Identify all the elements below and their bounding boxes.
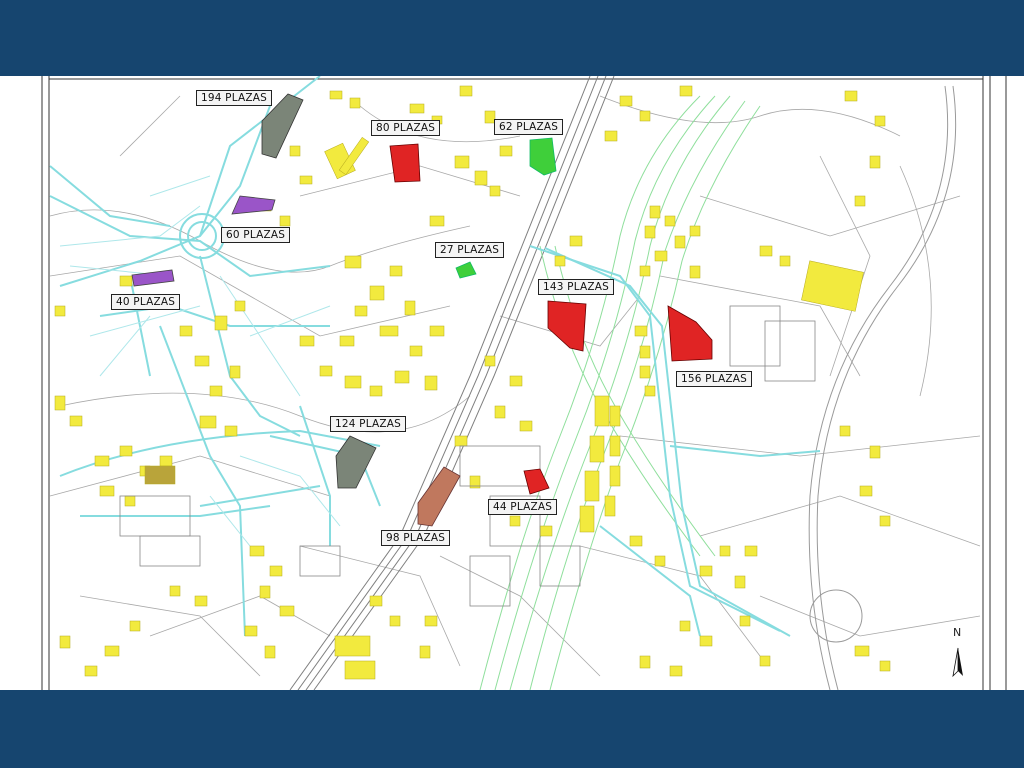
map-drawing [41,76,1007,690]
parking-label-143: 143 PLAZAS [538,279,615,295]
parking-label-98: 98 PLAZAS [381,530,451,546]
parking-label-80: 80 PLAZAS [371,120,441,136]
parking-areas [131,93,713,527]
parking-label-40: 40 PLAZAS [111,294,181,310]
parking-label-27: 27 PLAZAS [435,242,505,258]
north-letter: N [953,626,962,639]
parking-label-60: 60 PLAZAS [221,227,291,243]
bottom-band [0,690,1024,768]
buildings [54,85,891,680]
city-parking-map: 194 PLAZAS 80 PLAZAS 62 PLAZAS 60 PLAZAS… [0,76,1024,690]
top-title-band [0,0,1024,76]
north-arrow-icon [952,647,963,678]
parking-label-156: 156 PLAZAS [676,371,753,387]
parking-label-194: 194 PLAZAS [196,90,273,106]
parking-label-124: 124 PLAZAS [330,416,407,432]
parking-label-44: 44 PLAZAS [488,499,558,515]
parking-label-62: 62 PLAZAS [494,119,564,135]
